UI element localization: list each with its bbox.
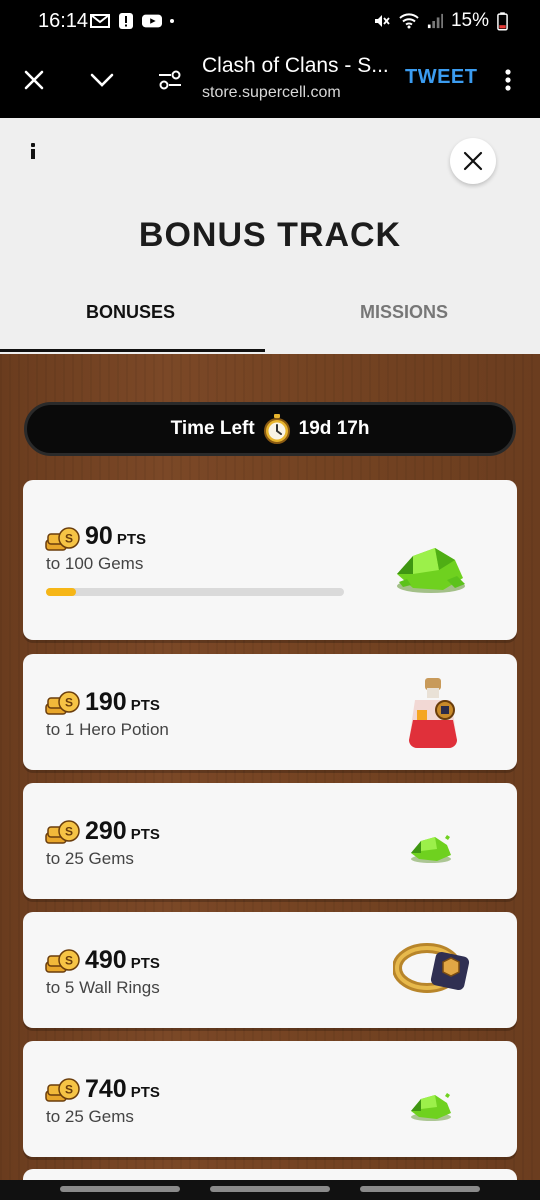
- bonus-card-3[interactable]: S 290 PTS to 25 Gems: [23, 783, 517, 899]
- time-left-banner: Time Left 19d 17h: [24, 402, 516, 456]
- bonus-track-header: BONUS TRACK BONUSES MISSIONS: [0, 118, 540, 354]
- points-coins-icon: S: [45, 527, 80, 551]
- progress-bar: [46, 588, 344, 596]
- bonus-card-6[interactable]: [23, 1169, 517, 1180]
- nav-pill-center[interactable]: [210, 1186, 330, 1192]
- reward-text: to 25 Gems: [46, 849, 134, 868]
- gem-small-icon: [411, 1093, 451, 1121]
- close-icon[interactable]: [16, 62, 52, 98]
- points-value: 740 PTS: [85, 1075, 160, 1103]
- points-value: 90 PTS: [85, 522, 146, 550]
- gem-small-icon: [411, 835, 451, 863]
- mute-icon: [374, 15, 390, 27]
- close-icon: [463, 151, 483, 171]
- progress-fill: [46, 588, 76, 596]
- close-button[interactable]: [450, 138, 496, 184]
- alert-icon: [119, 13, 133, 29]
- nav-pill-left[interactable]: [60, 1186, 180, 1192]
- chevron-down-icon[interactable]: [84, 62, 120, 98]
- reward-text: to 5 Wall Rings: [46, 978, 160, 997]
- points-coins-icon: S: [45, 1078, 80, 1102]
- gem-pile-large-icon: [397, 548, 465, 593]
- wall-ring-icon: [393, 943, 470, 993]
- bonus-card-4[interactable]: S 490 PTS to 5 Wall Rings: [23, 912, 517, 1028]
- tab-bonuses[interactable]: BONUSES: [86, 302, 175, 323]
- bonus-card-1[interactable]: S 90 PTS to 100 Gems: [23, 480, 517, 640]
- reward-text: to 1 Hero Potion: [46, 720, 169, 739]
- svg-text:S: S: [65, 825, 73, 839]
- page-settings-icon[interactable]: [152, 62, 188, 98]
- battery-percent: 15%: [450, 10, 489, 31]
- reward-text: to 100 Gems: [46, 554, 144, 573]
- points-coins-icon: S: [45, 691, 80, 715]
- gesture-nav-bar: [0, 1180, 540, 1200]
- more-vert-icon[interactable]: [490, 62, 526, 98]
- signal-icon: [427, 13, 443, 29]
- points-coins-icon: S: [45, 820, 80, 844]
- svg-text:S: S: [65, 696, 73, 710]
- reward-text: to 25 Gems: [46, 1107, 134, 1126]
- nav-pill-right[interactable]: [360, 1186, 480, 1192]
- points-coins-icon: S: [45, 949, 80, 973]
- info-icon[interactable]: [26, 142, 40, 160]
- status-right: 15%: [371, 10, 508, 32]
- time-left-value: 19d 17h: [298, 418, 370, 439]
- page-title: Clash of Clans - S...: [202, 54, 389, 77]
- bonus-list-area: Time Left 19d 17h S 90 PTS to 100 Gems S …: [0, 354, 540, 1180]
- svg-text:S: S: [65, 954, 73, 968]
- time-left-label: Time Left: [170, 418, 255, 439]
- modal-title: BONUS TRACK: [138, 216, 402, 254]
- svg-text:S: S: [65, 532, 73, 546]
- page-url: store.supercell.com: [202, 84, 341, 101]
- points-value: 490 PTS: [85, 946, 160, 974]
- browser-toolbar: Clash of Clans - S... store.supercell.co…: [0, 44, 540, 118]
- status-time: 16:14: [38, 10, 89, 32]
- tab-missions[interactable]: MISSIONS: [360, 302, 448, 323]
- dot-icon: [170, 19, 174, 23]
- points-value: 190 PTS: [85, 688, 160, 716]
- svg-text:S: S: [65, 1083, 73, 1097]
- youtube-icon: [142, 14, 162, 28]
- bonus-card-5[interactable]: S 740 PTS to 25 Gems: [23, 1041, 517, 1157]
- gmail-icon: [90, 14, 110, 28]
- hero-potion-icon: [409, 678, 457, 748]
- notification-icons: [90, 12, 180, 30]
- status-bar: 16:14 15%: [0, 0, 540, 44]
- battery-icon: [497, 11, 508, 30]
- wifi-icon: [399, 13, 419, 29]
- tweet-button[interactable]: TWEET: [405, 66, 478, 89]
- active-tab-indicator: [0, 349, 265, 352]
- bonus-card-2[interactable]: S 190 PTS to 1 Hero Potion: [23, 654, 517, 770]
- points-value: 290 PTS: [85, 817, 160, 845]
- stopwatch-icon: [263, 414, 290, 444]
